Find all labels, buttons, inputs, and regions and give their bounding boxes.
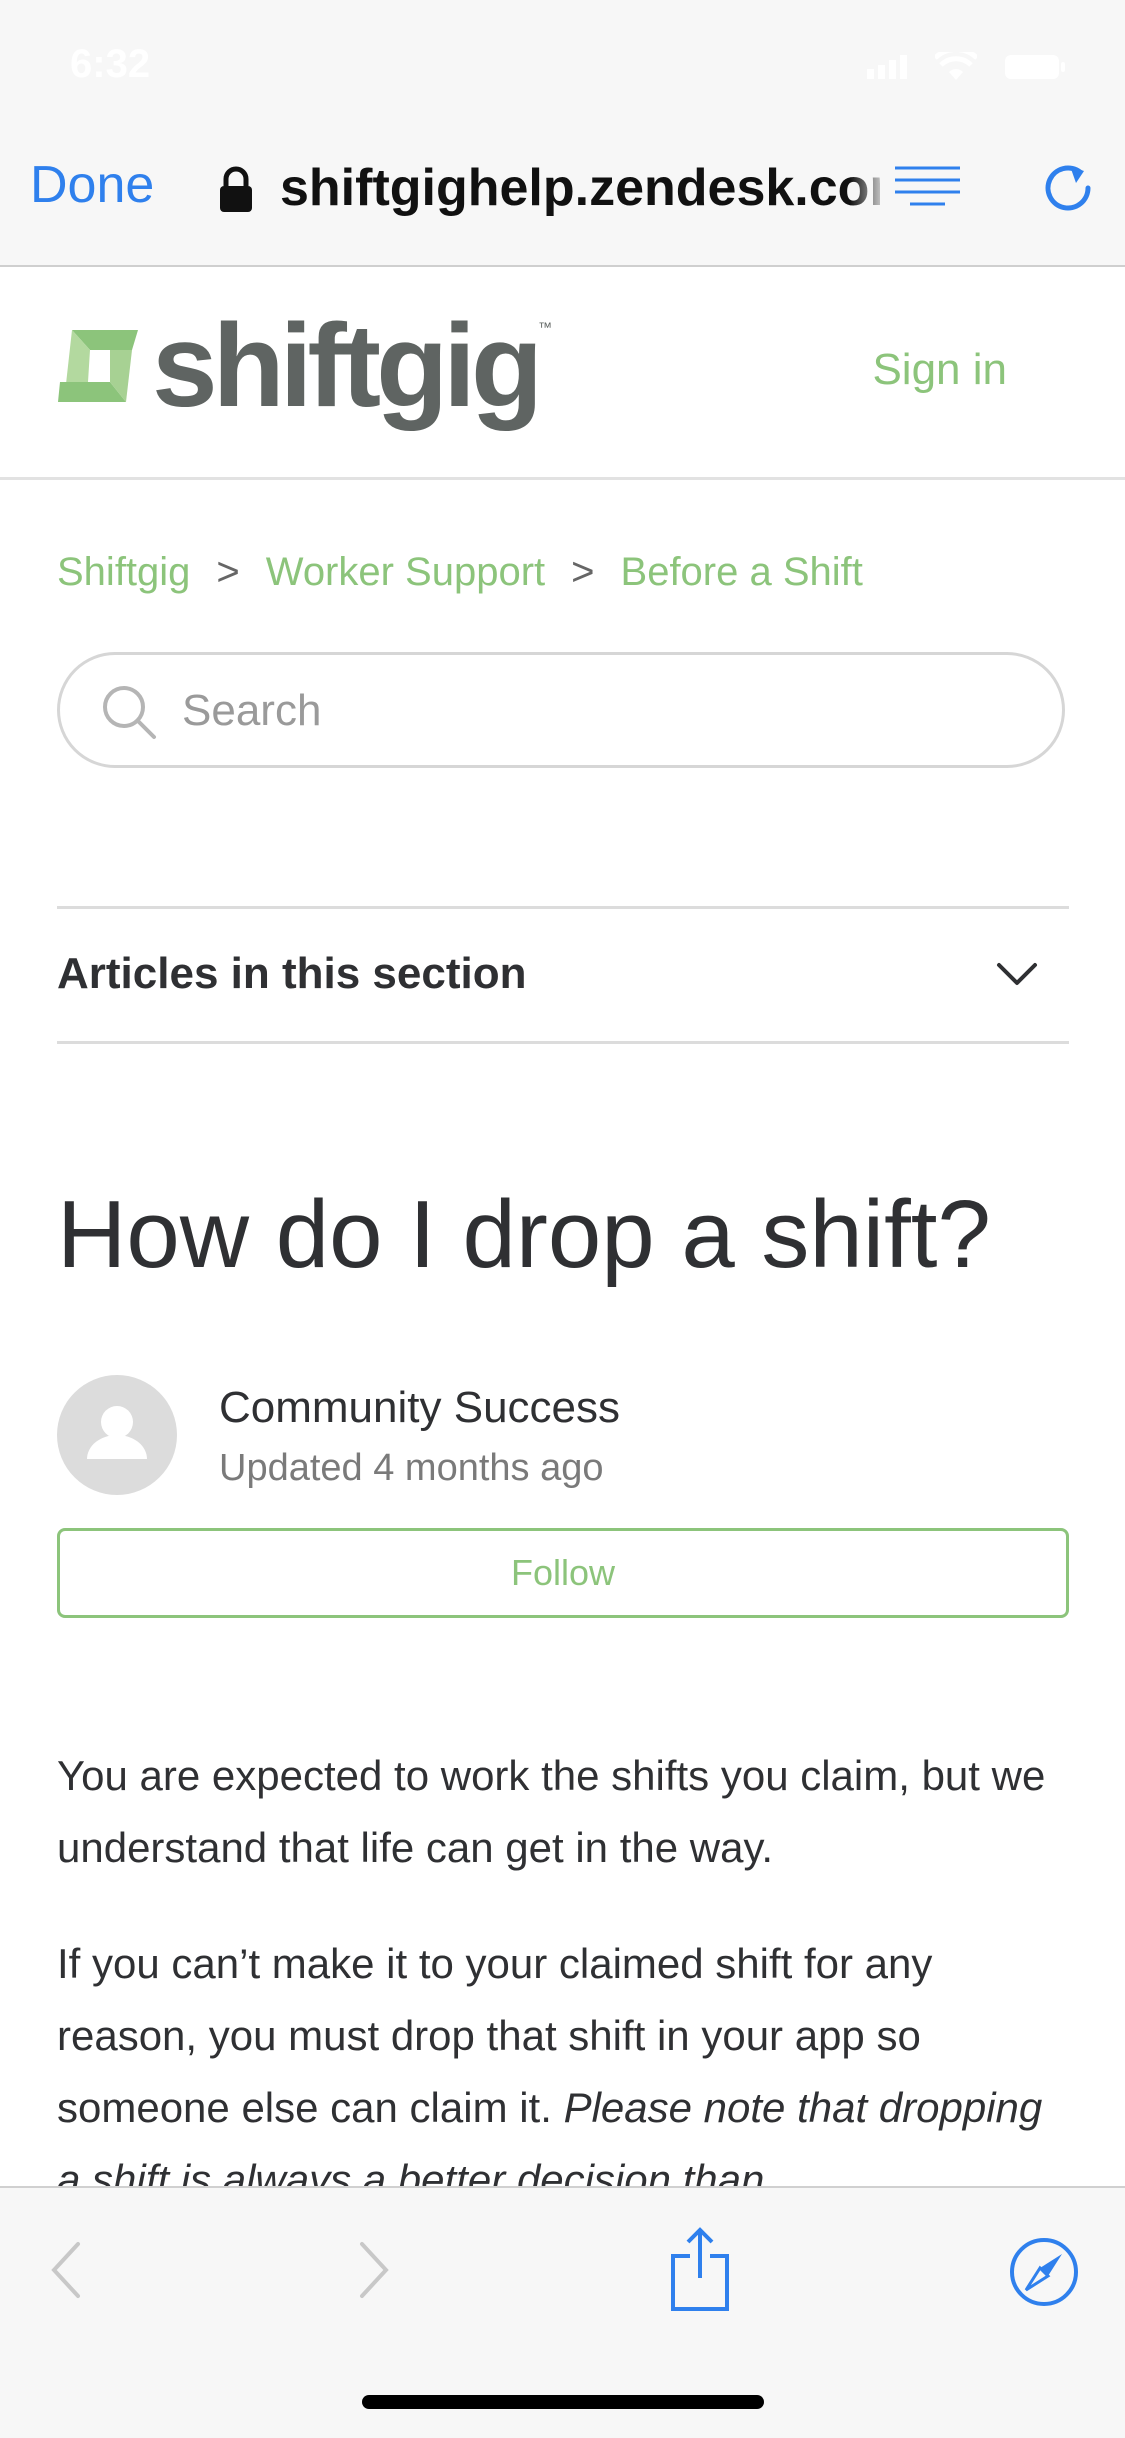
wifi-icon — [935, 52, 977, 80]
battery-icon — [1005, 55, 1065, 79]
section-label: Articles in this section — [57, 949, 527, 998]
breadcrumb-before-a-shift[interactable]: Before a Shift — [621, 550, 863, 595]
breadcrumb-worker-support[interactable]: Worker Support — [266, 550, 545, 595]
reader-view-icon[interactable] — [895, 165, 960, 210]
breadcrumb-separator: > — [571, 550, 595, 594]
share-icon[interactable] — [670, 2226, 730, 2312]
breadcrumb-shiftgig[interactable]: Shiftgig — [57, 550, 190, 595]
user-icon — [87, 1406, 147, 1459]
logo-text: shiftgig — [152, 300, 543, 432]
search-box[interactable] — [57, 652, 1065, 768]
follow-button[interactable]: Follow — [57, 1528, 1069, 1618]
compass-icon[interactable] — [1008, 2236, 1080, 2308]
breadcrumb-separator: > — [216, 550, 240, 594]
paragraph-2: If you can’t make it to your claimed shi… — [57, 1928, 1077, 2216]
home-indicator — [362, 2395, 764, 2409]
shiftgig-logo[interactable]: shiftgig ™ — [58, 307, 552, 425]
paragraph-1: You are expected to work the shifts you … — [57, 1752, 1046, 1871]
logo-mark-icon — [58, 330, 138, 402]
browser-top-bar: 6:32 Done shiftgighelp.zendesk.com — [0, 0, 1125, 267]
article-title: How do I drop a shift? — [57, 1181, 991, 1288]
status-icons — [867, 52, 1065, 82]
author-name[interactable]: Community Success — [219, 1383, 620, 1433]
done-button[interactable]: Done — [30, 155, 154, 215]
search-input[interactable] — [180, 675, 1004, 747]
article-body: You are expected to work the shifts you … — [57, 1740, 1077, 2260]
breadcrumb: Shiftgig > Worker Support > Before a Shi… — [57, 550, 863, 595]
url-field[interactable]: shiftgighelp.zendesk.com — [280, 158, 880, 218]
site-header: shiftgig ™ Sign in — [0, 267, 1125, 480]
author-info: Community Success Updated 4 months ago — [57, 1375, 1069, 1500]
search-icon — [103, 686, 156, 739]
back-icon[interactable] — [48, 2240, 84, 2300]
signal-icon — [867, 55, 907, 79]
url-fade — [850, 150, 890, 230]
status-time: 6:32 — [70, 42, 151, 86]
logo-trademark: ™ — [538, 319, 553, 335]
sign-in-link[interactable]: Sign in — [872, 345, 1007, 395]
status-bar: 6:32 — [0, 0, 1125, 135]
reload-icon[interactable] — [1040, 158, 1100, 218]
forward-icon[interactable] — [356, 2240, 392, 2300]
avatar[interactable] — [57, 1375, 177, 1495]
articles-in-section-toggle[interactable]: Articles in this section — [57, 906, 1069, 1044]
lock-icon — [220, 166, 252, 212]
chevron-down-icon — [997, 963, 1037, 985]
updated-time: Updated 4 months ago — [219, 1447, 604, 1489]
